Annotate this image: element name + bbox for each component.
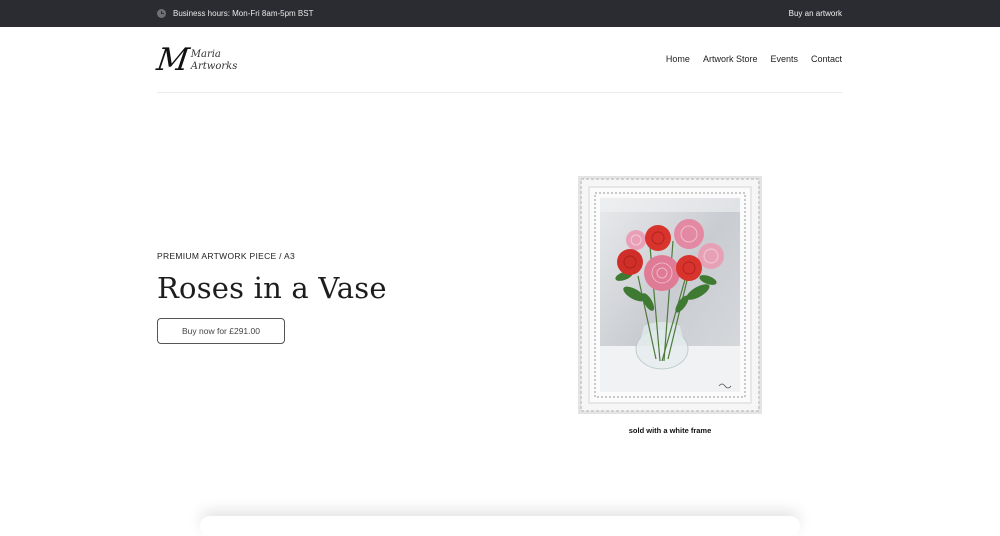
main-nav: Home Artwork Store Events Contact xyxy=(666,54,842,64)
business-hours-text: Business hours: Mon-Fri 8am-5pm BST xyxy=(173,9,314,18)
clock-icon xyxy=(157,9,166,18)
artwork-image xyxy=(578,176,762,414)
buy-artwork-link[interactable]: Buy an artwork xyxy=(789,9,842,18)
framed-painting xyxy=(578,176,762,414)
logo-line-2: Artworks xyxy=(190,60,238,72)
logo-mark: M xyxy=(154,42,190,78)
product-eyebrow: PREMIUM ARTWORK PIECE / A3 xyxy=(157,251,296,261)
nav-artwork-store[interactable]: Artwork Store xyxy=(703,54,758,64)
buy-now-button[interactable]: Buy now for £291.00 xyxy=(157,318,285,344)
nav-events[interactable]: Events xyxy=(770,54,798,64)
nav-home[interactable]: Home xyxy=(666,54,690,64)
business-hours: Business hours: Mon-Fri 8am-5pm BST xyxy=(157,9,314,18)
top-bar: Business hours: Mon-Fri 8am-5pm BST Buy … xyxy=(0,0,1000,27)
logo-line-1: Maria xyxy=(190,48,221,60)
product-title: Roses in a Vase xyxy=(157,271,387,305)
section-divider-shadow xyxy=(200,516,800,536)
logo[interactable]: M Maria Artworks xyxy=(154,42,238,78)
site-header: M Maria Artworks Home Artwork Store Even… xyxy=(154,27,842,93)
logo-text: Maria Artworks xyxy=(191,49,238,73)
nav-contact[interactable]: Contact xyxy=(811,54,842,64)
artwork-caption: sold with a white frame xyxy=(628,426,712,435)
